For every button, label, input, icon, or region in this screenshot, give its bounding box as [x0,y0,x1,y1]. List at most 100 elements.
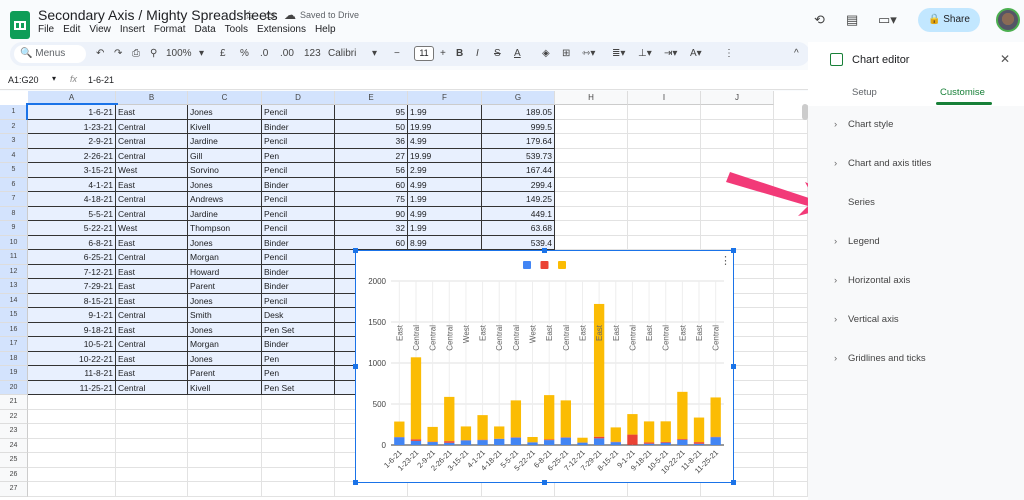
cell[interactable] [774,235,808,250]
cell[interactable]: 2-9-21 [28,134,116,149]
column-header-F[interactable]: F [408,91,482,105]
row-header[interactable]: 27 [0,482,28,497]
cell[interactable]: Central [116,308,188,323]
cell[interactable] [774,337,808,352]
cell[interactable] [555,192,628,207]
cell[interactable] [116,409,188,424]
cell[interactable]: Pen Set [262,380,335,395]
name-box-chevron-icon[interactable]: ▾ [52,74,56,83]
cell[interactable]: Jones [188,351,262,366]
row-header[interactable]: 25 [0,453,28,468]
cell[interactable]: Binder [262,264,335,279]
borders-icon[interactable]: ⊞ [562,48,570,59]
cell[interactable]: 7-29-21 [28,279,116,294]
formula-input[interactable]: 1-6-21 [88,75,114,85]
decrease-decimal-button[interactable]: .0 [260,48,268,59]
cell[interactable]: Pencil [262,221,335,236]
cell[interactable]: Howard [188,264,262,279]
row-header[interactable]: 18 [0,351,28,366]
column-header-E[interactable]: E [335,91,408,105]
cell[interactable] [628,235,701,250]
more-formats-button[interactable]: 123 [304,48,321,59]
cell[interactable]: Pen Set [262,322,335,337]
cell[interactable] [774,351,808,366]
menu-tools[interactable]: Tools [225,24,248,35]
cell[interactable] [774,221,808,236]
cell[interactable] [28,467,116,482]
cell[interactable] [28,424,116,439]
cell[interactable] [555,148,628,163]
share-button[interactable]: 🔒 Share [918,8,980,32]
cell[interactable]: Pencil [262,250,335,265]
column-header-C[interactable]: C [188,91,262,105]
increase-decimal-button[interactable]: .00 [280,48,294,59]
currency-button[interactable]: £ [220,48,226,59]
sheets-logo[interactable] [10,11,30,39]
cell[interactable] [555,482,628,497]
cell[interactable]: Kivell [188,119,262,134]
strikethrough-icon[interactable]: S [494,48,501,59]
resize-handle[interactable] [731,248,736,253]
cell[interactable]: East [116,366,188,381]
cell[interactable] [116,438,188,453]
cell[interactable] [701,134,774,149]
cell[interactable]: 1-23-21 [28,119,116,134]
cell[interactable]: Pen [262,351,335,366]
undo-icon[interactable]: ↶ [96,48,104,59]
menu-file[interactable]: File [38,24,54,35]
column-header-J[interactable]: J [701,91,774,105]
row-header[interactable]: 6 [0,177,28,192]
section-gridlines-and-ticks[interactable]: › Gridlines and ticks [834,353,926,364]
cell[interactable] [774,366,808,381]
cell[interactable]: 8-15-21 [28,293,116,308]
cell[interactable]: Pencil [262,206,335,221]
cell[interactable]: 63.68 [482,221,555,236]
cell[interactable] [774,438,808,453]
cell[interactable]: Andrews [188,192,262,207]
cell[interactable]: 10-5-21 [28,337,116,352]
cell[interactable] [28,482,116,497]
avatar[interactable] [996,8,1020,32]
cell[interactable]: 449.1 [482,206,555,221]
cell[interactable] [262,395,335,410]
cell[interactable] [408,482,482,497]
cell[interactable] [188,482,262,497]
move-folder-icon[interactable]: ▭ [264,8,275,22]
cell[interactable]: 4-18-21 [28,192,116,207]
cell[interactable]: Pen [262,366,335,381]
cell[interactable]: 6-25-21 [28,250,116,265]
cell[interactable] [628,163,701,178]
cell[interactable]: 4.99 [408,177,482,192]
cell[interactable]: Binder [262,279,335,294]
cell[interactable] [628,105,701,120]
cell[interactable] [774,424,808,439]
cell[interactable]: 8.99 [408,235,482,250]
section-chart-style[interactable]: › Chart style [834,119,893,130]
italic-button[interactable]: I [476,48,479,59]
cell[interactable] [701,105,774,120]
cell[interactable]: East [116,279,188,294]
resize-handle[interactable] [353,480,358,485]
row-header[interactable]: 10 [0,235,28,250]
cell[interactable]: Smith [188,308,262,323]
cell[interactable] [628,119,701,134]
cell[interactable]: 19.99 [408,148,482,163]
cell[interactable]: Pencil [262,105,335,120]
cell[interactable] [262,409,335,424]
cell[interactable] [555,163,628,178]
row-header[interactable]: 7 [0,192,28,207]
cell[interactable]: Binder [262,337,335,352]
cell[interactable] [555,119,628,134]
resize-handle[interactable] [542,248,547,253]
cell[interactable]: 11-8-21 [28,366,116,381]
cell[interactable] [774,482,808,497]
column-header-D[interactable]: D [262,91,335,105]
row-header[interactable]: 22 [0,409,28,424]
cell[interactable] [701,221,774,236]
cell[interactable]: Central [116,192,188,207]
name-box[interactable]: A1:G20 [8,75,39,85]
cell[interactable] [28,395,116,410]
row-header[interactable]: 2 [0,119,28,134]
cell[interactable]: 19.99 [408,119,482,134]
section-legend[interactable]: › Legend [834,236,880,247]
